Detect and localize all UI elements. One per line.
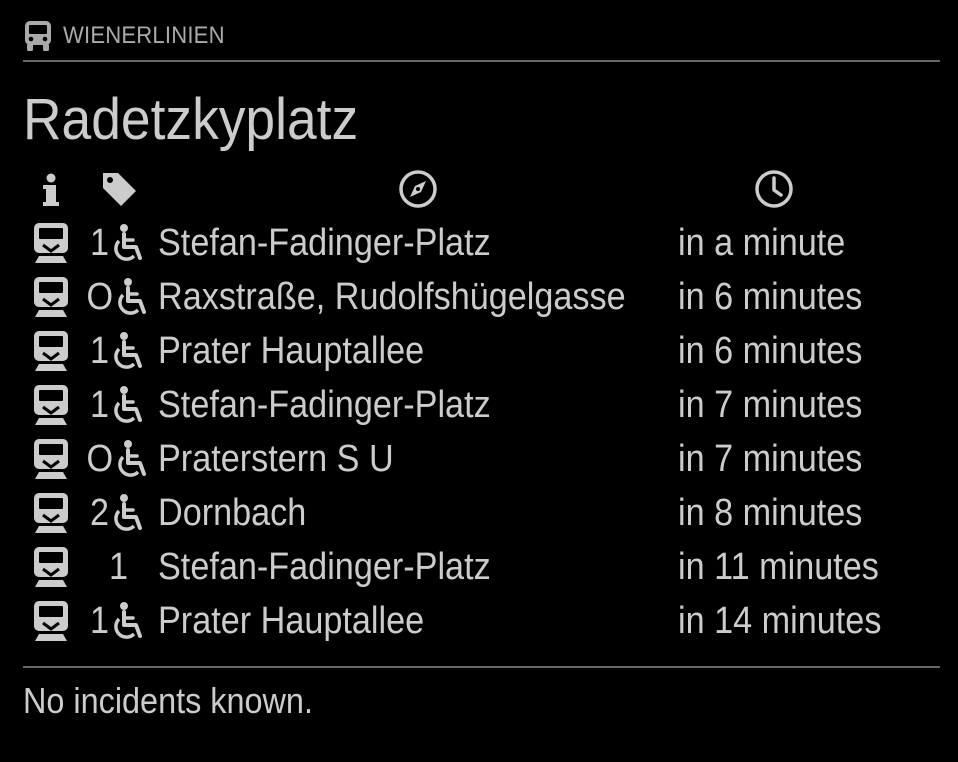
incidents-text: No incidents known.: [23, 680, 313, 721]
departure-type-cell: [23, 378, 79, 432]
departure-time-cell: in 11 minutes: [678, 540, 940, 594]
column-line: [79, 166, 158, 216]
departure-direction-cell: Stefan-Fadinger-Platz: [158, 216, 678, 270]
line-number: 1: [90, 383, 110, 426]
departure-type-cell: [23, 270, 79, 324]
departure-type-cell: [23, 594, 79, 648]
column-time: [678, 166, 940, 216]
direction-text: Dornbach: [158, 491, 307, 534]
tram-icon: [31, 545, 71, 589]
station-name: Radetzkyplatz: [23, 87, 359, 152]
time-text: in 6 minutes: [677, 275, 863, 318]
time-text: in 6 minutes: [677, 329, 863, 372]
departure-time-cell: in 7 minutes: [678, 378, 940, 432]
departure-row: 1 Prater Hauptallee in 14 minutes: [23, 594, 940, 648]
line-number: 1: [90, 221, 110, 264]
column-direction: [158, 166, 678, 216]
time-text: in a minute: [677, 221, 846, 264]
direction-text: Stefan-Fadinger-Platz: [158, 221, 492, 264]
departure-type-cell: [23, 216, 79, 270]
departure-row: 1 Prater Hauptallee in 6 minutes: [23, 324, 940, 378]
wheelchair-icon: [114, 439, 152, 479]
module-title: WIENERLINIEN: [63, 22, 225, 49]
wheelchair-icon: [110, 223, 148, 263]
departure-line-cell: O: [79, 432, 158, 486]
line-number: O: [86, 437, 113, 480]
departure-line-cell: 1: [79, 540, 158, 594]
line-number: 1: [90, 329, 110, 372]
departures-table: 1 Stefan-Fadinger-Platz in a minute O Raxstr…: [23, 166, 940, 648]
wheelchair-icon: [110, 493, 148, 533]
tram-icon: [31, 275, 71, 319]
departure-row: 1 Stefan-Fadinger-Platz in a minute: [23, 216, 940, 270]
departure-row: 1 Stefan-Fadinger-Platz in 11 minutes: [23, 540, 940, 594]
departure-type-cell: [23, 324, 79, 378]
departure-row: O Praterstern S U in 7 minutes: [23, 432, 940, 486]
direction-text: Prater Hauptallee: [158, 329, 425, 372]
incidents-footer: No incidents known.: [23, 666, 940, 722]
departure-row: O Raxstraße, Rudolfshügelgasse in 6 minute…: [23, 270, 940, 324]
departure-direction-cell: Dornbach: [158, 486, 678, 540]
departure-time-cell: in 6 minutes: [678, 324, 940, 378]
departure-type-cell: [23, 540, 79, 594]
table-header-row: [23, 166, 940, 216]
direction-text: Prater Hauptallee: [158, 599, 425, 642]
clock-icon: [754, 169, 794, 209]
line-number: 1: [109, 545, 129, 588]
departure-line-cell: 1: [79, 216, 158, 270]
direction-text: Raxstraße, Rudolfshügelgasse: [158, 275, 626, 318]
departure-line-cell: 1: [79, 594, 158, 648]
line-number: 1: [90, 599, 110, 642]
departure-line-cell: O: [79, 270, 158, 324]
time-text: in 7 minutes: [677, 437, 863, 480]
tram-icon: [31, 329, 71, 373]
tram-icon: [31, 599, 71, 643]
departure-time-cell: in 14 minutes: [678, 594, 940, 648]
time-text: in 11 minutes: [677, 545, 879, 588]
departure-time-cell: in a minute: [678, 216, 940, 270]
column-type: [23, 166, 79, 216]
direction-text: Stefan-Fadinger-Platz: [158, 545, 492, 588]
departure-time-cell: in 6 minutes: [678, 270, 940, 324]
time-text: in 14 minutes: [677, 599, 882, 642]
info-icon: [31, 169, 71, 209]
wienerlinien-module: WIENERLINIEN Radetzkyplatz 1 Stefan-Fadi…: [23, 18, 940, 722]
departure-type-cell: [23, 432, 79, 486]
bus-icon: [23, 20, 53, 52]
departure-line-cell: 2: [79, 486, 158, 540]
wheelchair-icon: [110, 385, 148, 425]
departure-line-cell: 1: [79, 378, 158, 432]
departure-line-cell: 1: [79, 324, 158, 378]
tag-icon: [99, 169, 139, 209]
wheelchair-icon: [114, 277, 152, 317]
departure-direction-cell: Praterstern S U: [158, 432, 678, 486]
tram-icon: [31, 491, 71, 535]
departure-time-cell: in 8 minutes: [678, 486, 940, 540]
wheelchair-icon: [110, 601, 148, 641]
direction-text: Stefan-Fadinger-Platz: [158, 383, 492, 426]
departure-row: 2 Dornbach in 8 minutes: [23, 486, 940, 540]
wheelchair-icon: [110, 331, 148, 371]
tram-icon: [31, 437, 71, 481]
time-text: in 8 minutes: [677, 491, 863, 534]
direction-text: Praterstern S U: [158, 437, 395, 480]
departure-type-cell: [23, 486, 79, 540]
line-number: O: [86, 275, 113, 318]
tram-icon: [31, 221, 71, 265]
module-header: WIENERLINIEN: [23, 18, 940, 62]
departure-direction-cell: Prater Hauptallee: [158, 324, 678, 378]
departure-direction-cell: Raxstraße, Rudolfshügelgasse: [158, 270, 678, 324]
tram-icon: [31, 383, 71, 427]
departure-direction-cell: Prater Hauptallee: [158, 594, 678, 648]
departure-direction-cell: Stefan-Fadinger-Platz: [158, 540, 678, 594]
compass-icon: [398, 169, 438, 209]
time-text: in 7 minutes: [677, 383, 863, 426]
line-number: 2: [90, 491, 110, 534]
departure-time-cell: in 7 minutes: [678, 432, 940, 486]
departure-direction-cell: Stefan-Fadinger-Platz: [158, 378, 678, 432]
departure-row: 1 Stefan-Fadinger-Platz in 7 minutes: [23, 378, 940, 432]
